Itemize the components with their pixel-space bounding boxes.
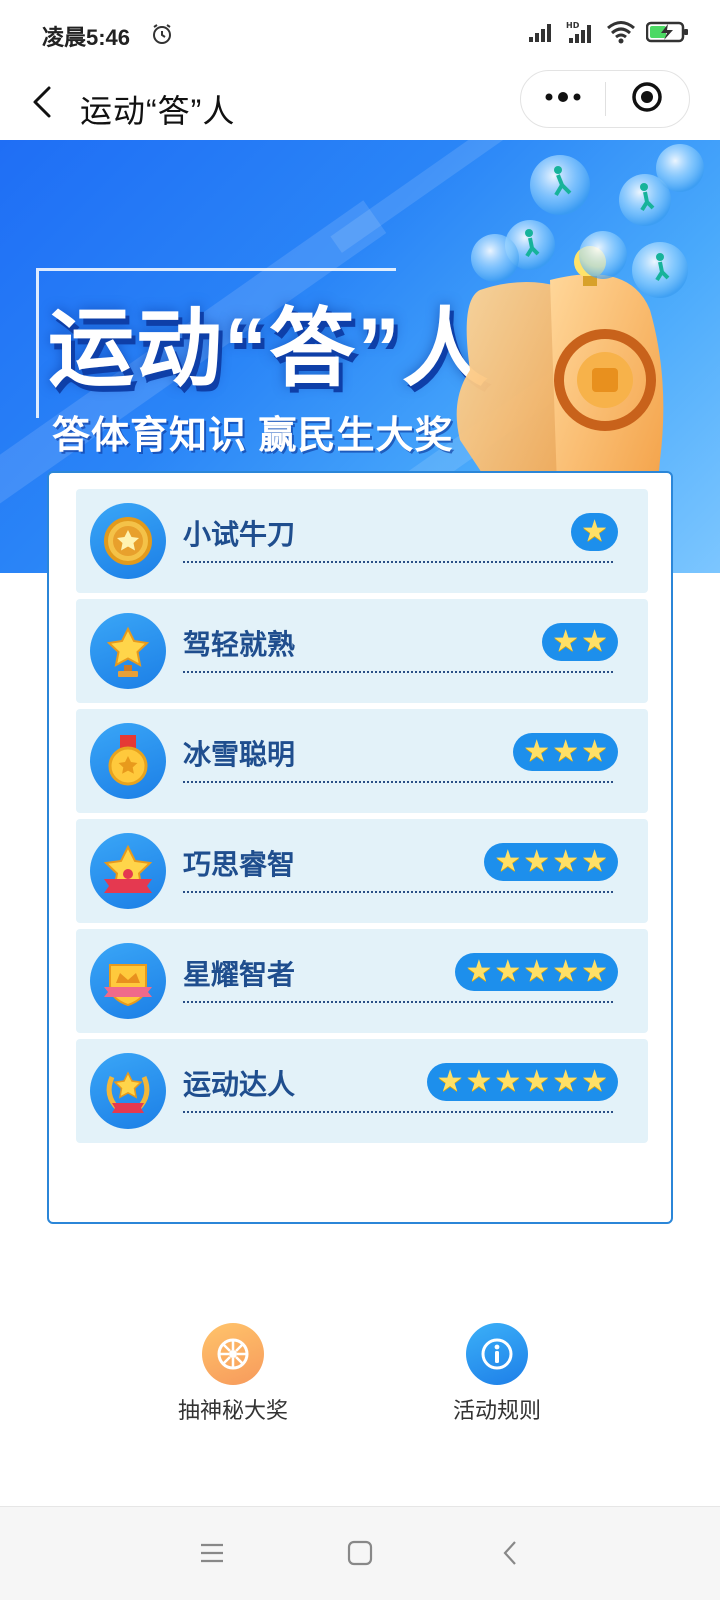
level-underline bbox=[183, 1111, 613, 1113]
level-stars: ★ ★ ★ ★ bbox=[484, 843, 618, 881]
level-name: 星耀智者 bbox=[183, 959, 296, 990]
level-row-2[interactable]: 驾轻就熟 ★ ★ bbox=[76, 599, 648, 703]
rules-label: 活动规则 bbox=[452, 1398, 541, 1423]
wifi-icon bbox=[606, 20, 636, 44]
title-bar: 运动“答”人 bbox=[0, 70, 720, 140]
star-icon: ★ bbox=[523, 735, 551, 768]
status-bar: 凌晨5:46 HD bbox=[0, 0, 720, 70]
menu-nav-button[interactable] bbox=[192, 1537, 232, 1573]
laurel-wreath-icon bbox=[90, 1053, 166, 1129]
level-row-4[interactable]: 巧思睿智 ★ ★ ★ ★ bbox=[76, 819, 648, 923]
level-list-card: 小试牛刀 ★ 驾轻就熟 ★ ★ 冰雪聪明 ★ ★ ★ 巧思睿智 ★ ★ ★ ★ 星耀智者 ★… bbox=[47, 471, 673, 1224]
level-name: 巧思睿智 bbox=[183, 849, 296, 880]
trophy-star-icon bbox=[90, 613, 166, 689]
info-icon bbox=[466, 1323, 528, 1385]
target-close-icon bbox=[630, 80, 664, 119]
star-icon: ★ bbox=[436, 1065, 464, 1098]
star-icon: ★ bbox=[552, 1065, 580, 1098]
lottery-label: 抽神秘大奖 bbox=[177, 1398, 288, 1423]
level-row-3[interactable]: 冰雪聪明 ★ ★ ★ bbox=[76, 709, 648, 813]
star-icon: ★ bbox=[465, 955, 493, 988]
mini-program-capsule bbox=[520, 70, 690, 128]
star-icon: ★ bbox=[465, 1065, 493, 1098]
lottery-button[interactable]: 抽神秘大奖 bbox=[153, 1323, 313, 1425]
level-row-5[interactable]: 星耀智者 ★ ★ ★ ★ ★ bbox=[76, 929, 648, 1033]
level-underline bbox=[183, 561, 613, 563]
level-stars: ★ ★ bbox=[542, 623, 618, 661]
star-icon: ★ bbox=[494, 1065, 522, 1098]
hd-signal-icon: HD bbox=[566, 20, 596, 44]
star-icon: ★ bbox=[581, 735, 608, 768]
home-nav-button[interactable] bbox=[340, 1537, 380, 1573]
level-underline bbox=[183, 781, 613, 783]
square-home-icon bbox=[346, 1539, 374, 1572]
level-name: 冰雪聪明 bbox=[183, 739, 296, 770]
page-title: 运动“答”人 bbox=[80, 93, 236, 129]
signal-icon bbox=[528, 21, 556, 43]
close-button[interactable] bbox=[606, 71, 690, 127]
star-icon: ★ bbox=[552, 625, 580, 658]
more-button[interactable] bbox=[521, 71, 605, 127]
svg-text:HD: HD bbox=[566, 21, 580, 30]
level-stars: ★ bbox=[571, 513, 618, 551]
level-underline bbox=[183, 1001, 613, 1003]
back-button[interactable] bbox=[22, 82, 62, 126]
prize-wheel-icon bbox=[202, 1323, 264, 1385]
chevron-left-icon bbox=[501, 1539, 519, 1572]
level-row-6[interactable]: 运动达人 ★ ★ ★ ★ ★ ★ bbox=[76, 1039, 648, 1143]
level-name: 小试牛刀 bbox=[183, 519, 296, 550]
battery-charging-icon bbox=[646, 20, 690, 44]
status-time: 凌晨5:46 bbox=[42, 25, 131, 50]
system-nav-bar bbox=[0, 1506, 720, 1600]
level-underline bbox=[183, 671, 613, 673]
more-dots-icon bbox=[543, 90, 583, 109]
gold-medal-icon bbox=[90, 723, 166, 799]
crown-shield-icon bbox=[90, 943, 166, 1019]
level-stars: ★ ★ ★ bbox=[513, 733, 618, 771]
star-icon: ★ bbox=[494, 845, 522, 878]
star-icon: ★ bbox=[523, 1065, 551, 1098]
star-icon: ★ bbox=[581, 625, 608, 658]
star-icon: ★ bbox=[552, 845, 580, 878]
level-name: 运动达人 bbox=[183, 1069, 296, 1100]
star-icon: ★ bbox=[581, 1065, 608, 1098]
star-icon: ★ bbox=[494, 955, 522, 988]
rules-button[interactable]: 活动规则 bbox=[417, 1323, 577, 1425]
star-icon: ★ bbox=[581, 515, 608, 548]
level-row-1[interactable]: 小试牛刀 ★ bbox=[76, 489, 648, 593]
level-underline bbox=[183, 891, 613, 893]
hamburger-icon bbox=[199, 1541, 225, 1570]
medal-badge-icon bbox=[90, 503, 166, 579]
back-nav-button[interactable] bbox=[490, 1537, 530, 1573]
banner-subtitle: 答体育知识 赢民生大奖 bbox=[52, 415, 454, 457]
alarm-icon bbox=[150, 22, 174, 46]
level-name: 驾轻就熟 bbox=[183, 629, 296, 660]
level-stars: ★ ★ ★ ★ ★ ★ bbox=[426, 1063, 618, 1101]
star-icon: ★ bbox=[523, 845, 551, 878]
level-stars: ★ ★ ★ ★ ★ bbox=[455, 953, 618, 991]
star-icon: ★ bbox=[581, 845, 608, 878]
star-icon: ★ bbox=[552, 955, 580, 988]
star-icon: ★ bbox=[523, 955, 551, 988]
star-icon: ★ bbox=[581, 955, 608, 988]
star-ribbon-icon bbox=[90, 833, 166, 909]
chevron-left-icon bbox=[31, 85, 53, 124]
star-icon: ★ bbox=[552, 735, 580, 768]
